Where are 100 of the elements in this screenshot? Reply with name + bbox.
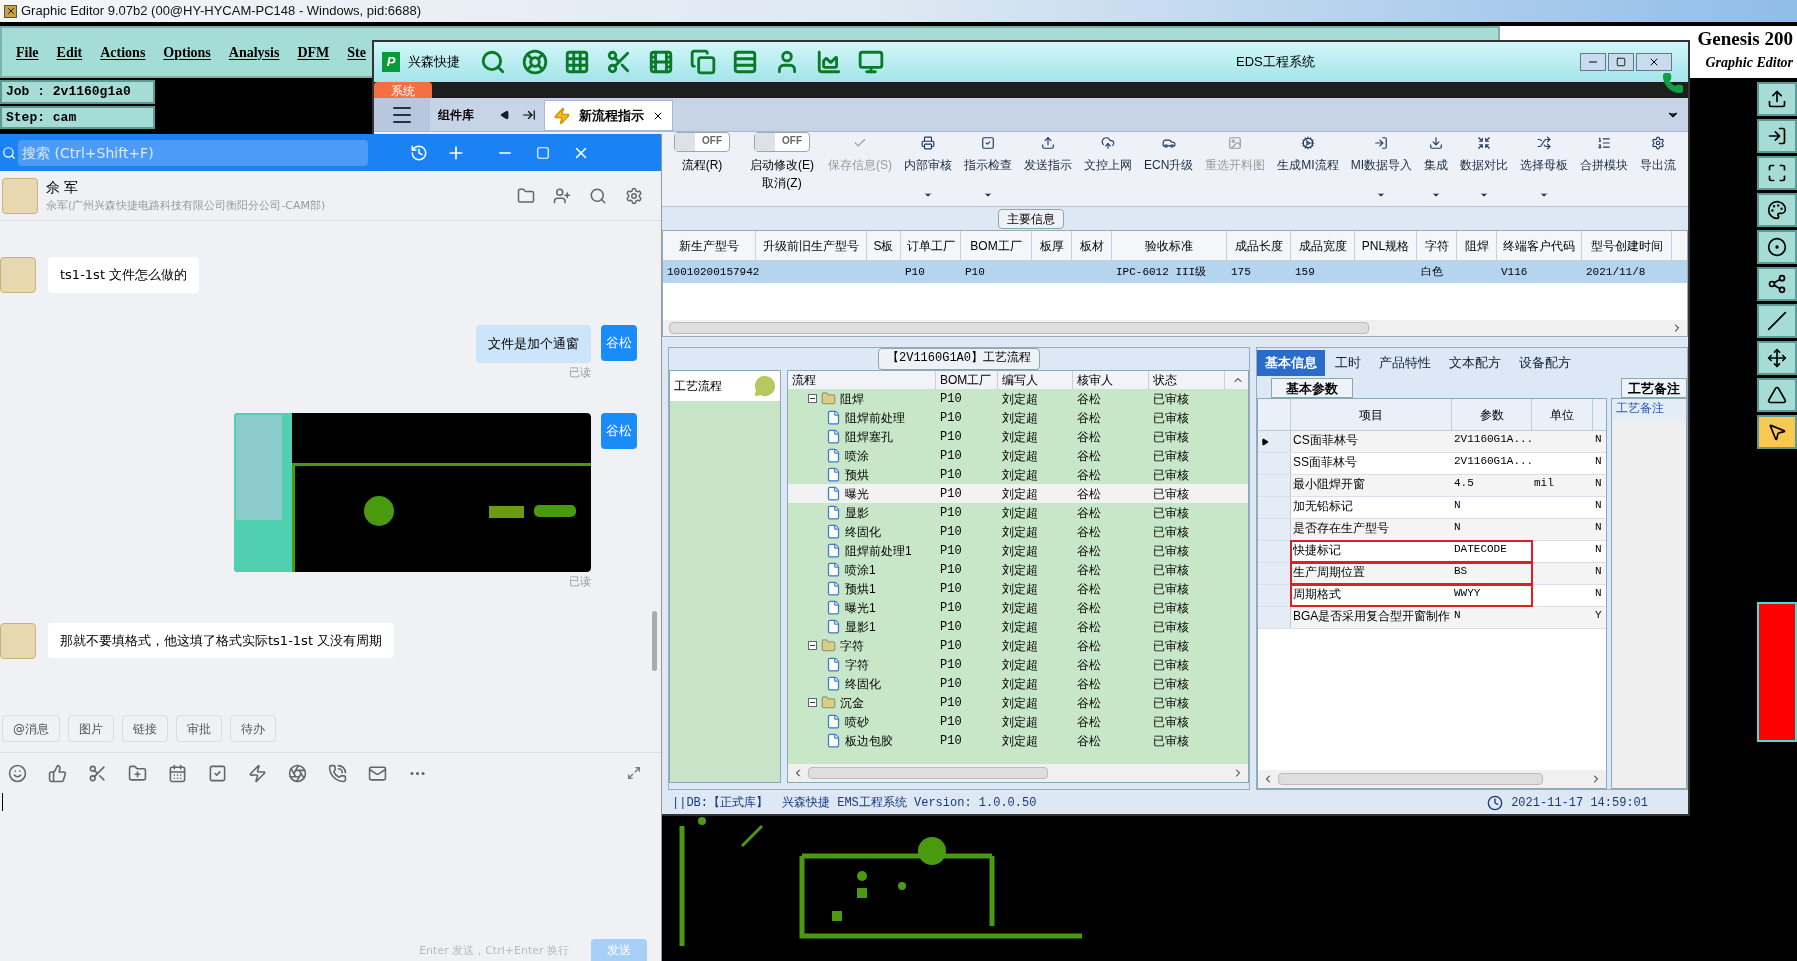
toolbar-button[interactable]: 生成MI流程 bbox=[1271, 132, 1345, 206]
toggle-sublabel: 取消(Z) bbox=[762, 175, 802, 192]
table-cell-text: V116 bbox=[1501, 264, 1528, 280]
tree-row[interactable]: 预烘1 P10 刘定超 谷松 已审核 bbox=[788, 579, 1248, 598]
column-header: S板 bbox=[867, 231, 901, 260]
message-bubble: 文件是加个通窗 bbox=[476, 325, 591, 363]
tree-row[interactable]: 阻焊前处理 P10 刘定超 谷松 已审核 bbox=[788, 408, 1248, 427]
search-field[interactable]: 搜索 (Ctrl+Shift+F) bbox=[18, 139, 368, 166]
tree-row[interactable]: 曝光1 P10 刘定超 谷松 已审核 bbox=[788, 598, 1248, 617]
tree-row[interactable]: 字符 P10 刘定超 谷松 已审核 bbox=[788, 655, 1248, 674]
document-tab[interactable]: 新流程指示 bbox=[544, 100, 673, 131]
toolbar-button[interactable]: 文控上网 bbox=[1078, 132, 1138, 206]
toolbar-button[interactable]: ECN升级 bbox=[1138, 132, 1200, 206]
quick-chip[interactable]: 审批 bbox=[176, 715, 222, 742]
toolbar-button[interactable]: 合拼模块 bbox=[1574, 132, 1635, 206]
tree-row[interactable]: 曝光 P10 刘定超 谷松 已审核 bbox=[788, 484, 1248, 503]
quick-chip[interactable]: @消息 bbox=[2, 715, 60, 742]
tree-row[interactable]: 预烘 P10 刘定超 谷松 已审核 bbox=[788, 465, 1248, 484]
table-cell-text: 谷松 bbox=[1076, 504, 1102, 522]
tree-row[interactable]: 喷涂1 P10 刘定超 谷松 已审核 bbox=[788, 560, 1248, 579]
table-cell-text: 谷松 bbox=[1076, 523, 1102, 541]
table-cell-text: 刘定超 bbox=[1001, 542, 1039, 560]
app-name: 兴森快捷 bbox=[408, 53, 460, 72]
toolbar-button[interactable]: 发送指示 bbox=[1018, 132, 1078, 206]
table-cell-text: P10 bbox=[939, 466, 963, 484]
menu-item[interactable]: Edit bbox=[56, 41, 83, 63]
quick-chip[interactable]: 图片 bbox=[68, 715, 114, 742]
time-label: 2021-11-17 14:59:01 bbox=[1511, 795, 1648, 812]
table-cell-text: DATECODE bbox=[1453, 542, 1508, 557]
quick-chip[interactable]: 待办 bbox=[230, 715, 276, 742]
tree-row[interactable]: 喷砂 P10 刘定超 谷松 已审核 bbox=[788, 712, 1248, 731]
table-cell-text: 刘定超 bbox=[1001, 675, 1039, 693]
tree-label: 字符 bbox=[840, 637, 864, 655]
menu-item[interactable]: Analysis bbox=[228, 41, 280, 63]
contact-detail: 佘军(广州兴森快捷电路科技有限公司衡阳分公司-CAM部) bbox=[46, 197, 326, 214]
toggle-switch[interactable]: OFF bbox=[674, 132, 730, 152]
table-row[interactable]: 10010200157942 P10 P10 IPC-6012 III级 175 159 白色 V116 2021/11/8 bbox=[663, 261, 1687, 283]
table-cell-text: 刘定超 bbox=[1001, 447, 1039, 465]
table-cell-text: 已审核 bbox=[1152, 523, 1190, 541]
table-cell-text: P10 bbox=[939, 618, 963, 636]
column-header: 板材 bbox=[1072, 231, 1112, 260]
tree-row[interactable]: 板边包胶 P10 刘定超 谷松 已审核 bbox=[788, 731, 1248, 750]
toolbar-button[interactable]: 导出流 bbox=[1634, 132, 1683, 206]
tree-row[interactable]: 阻焊塞孔 P10 刘定超 谷松 已审核 bbox=[788, 427, 1248, 446]
table-cell-text: 刘定超 bbox=[1001, 599, 1039, 617]
tree-row[interactable]: 喷涂 P10 刘定超 谷松 已审核 bbox=[788, 446, 1248, 465]
table-cell-text: N bbox=[1453, 608, 1462, 623]
read-receipt: 已读 bbox=[569, 364, 591, 381]
brand-title: Genesis 200 bbox=[1697, 27, 1793, 51]
quick-chip[interactable]: 链接 bbox=[122, 715, 168, 742]
group-label: 主要信息 bbox=[998, 208, 1064, 229]
menu-item[interactable]: DFM bbox=[297, 41, 330, 63]
notes-link[interactable]: 工艺备注 bbox=[1612, 399, 1686, 421]
tree-row[interactable]: 字符 P10 刘定超 谷松 已审核 bbox=[788, 636, 1248, 655]
subtab[interactable]: 基本参数 bbox=[1271, 378, 1353, 398]
tree-label: 喷砂 bbox=[845, 713, 869, 731]
tree-row[interactable]: 显影 P10 刘定超 谷松 已审核 bbox=[788, 503, 1248, 522]
table-cell-text: 4.5 bbox=[1453, 476, 1475, 491]
table-cell-text: P10 bbox=[939, 713, 963, 731]
toggle-label: 启动修改(E) bbox=[750, 157, 814, 174]
tab[interactable]: 设备配方 bbox=[1511, 350, 1579, 376]
tree-row[interactable]: 终固化 P10 刘定超 谷松 已审核 bbox=[788, 674, 1248, 693]
tab[interactable]: 基本信息 bbox=[1257, 350, 1325, 376]
table-cell-text: 刘定超 bbox=[1001, 409, 1039, 427]
menu-item[interactable]: Ste bbox=[347, 41, 366, 63]
toolbar-button[interactable]: MI数据导入 bbox=[1344, 132, 1419, 206]
table-cell-text: 已审核 bbox=[1152, 675, 1190, 693]
tree-row[interactable]: 阻焊 P10 刘定超 谷松 已审核 bbox=[788, 389, 1248, 408]
tree-label: 阻焊前处理1 bbox=[845, 542, 912, 560]
tab[interactable]: 文本配方 bbox=[1441, 350, 1509, 376]
column-header: 项目 bbox=[1291, 399, 1452, 430]
tab[interactable]: 工时 bbox=[1327, 350, 1369, 376]
list-title: 工艺流程 bbox=[674, 378, 722, 395]
table-cell-text: 谷松 bbox=[1076, 561, 1102, 579]
table-cell-text: N bbox=[1594, 520, 1602, 535]
tab[interactable]: 产品特性 bbox=[1371, 350, 1439, 376]
tree-row[interactable]: 沉金 P10 刘定超 谷松 已审核 bbox=[788, 693, 1248, 712]
menu-item[interactable]: Options bbox=[163, 41, 211, 63]
toolbar-button[interactable]: 选择母板 bbox=[1514, 132, 1575, 206]
table-cell-text: P10 bbox=[939, 390, 963, 408]
tree-row[interactable]: 显影1 P10 刘定超 谷松 已审核 bbox=[788, 617, 1248, 636]
table-cell-text: 2V1160G1A... bbox=[1453, 432, 1532, 447]
tree-row[interactable]: 阻焊前处理1 P10 刘定超 谷松 已审核 bbox=[788, 541, 1248, 560]
table-cell-text: P10 bbox=[965, 264, 985, 280]
toolbar-button[interactable]: 数据对比 bbox=[1454, 132, 1515, 206]
toggle-switch[interactable]: OFF bbox=[754, 132, 810, 152]
table-cell-text: 谷松 bbox=[1076, 466, 1102, 484]
panel-title: 工艺备注 bbox=[1621, 378, 1687, 398]
table-cell-text: P10 bbox=[905, 264, 925, 280]
table-cell-text: BGA是否采用复合型开窗制作 bbox=[1292, 608, 1452, 625]
tree-row[interactable]: 终固化 P10 刘定超 谷松 已审核 bbox=[788, 522, 1248, 541]
menu-item[interactable]: File bbox=[16, 41, 39, 63]
toolbar-button[interactable]: 指示检查 bbox=[958, 132, 1018, 206]
table-cell-text: P10 bbox=[939, 542, 963, 560]
sidebar-label: 组件库 bbox=[437, 106, 475, 124]
menu-item[interactable]: Actions bbox=[100, 41, 146, 63]
tree-label: 显影1 bbox=[845, 618, 876, 636]
table-cell-text: 谷松 bbox=[1076, 485, 1102, 503]
toolbar-button[interactable]: 内部审核 bbox=[898, 132, 958, 206]
toolbar-button[interactable]: 集成 bbox=[1418, 132, 1455, 206]
